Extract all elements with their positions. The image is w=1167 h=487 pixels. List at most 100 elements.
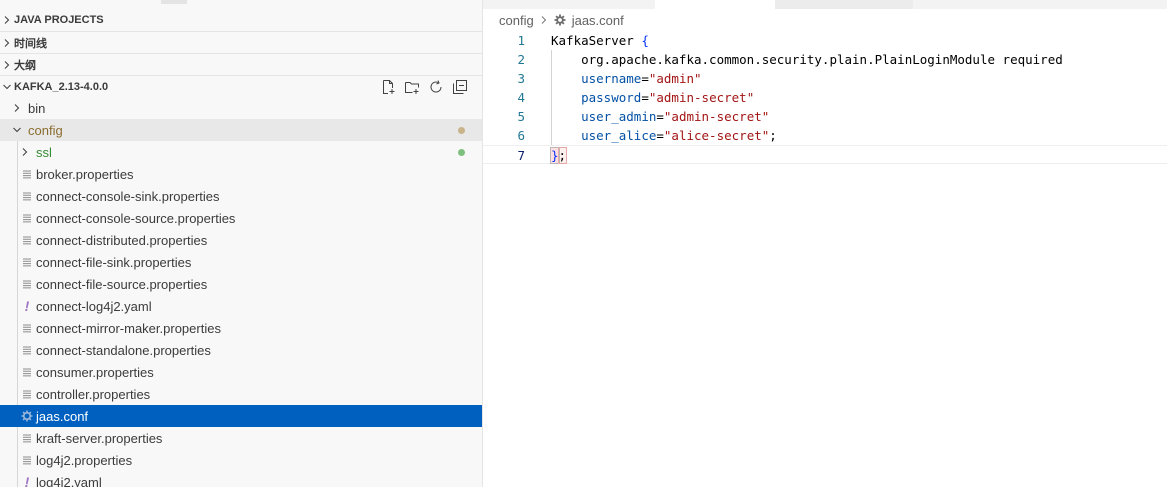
tree-item-label: config	[28, 122, 63, 138]
tree-file[interactable]: consumer.properties	[0, 361, 482, 383]
breadcrumb-folder[interactable]: config	[499, 13, 534, 28]
section-timeline[interactable]: 时间线	[0, 31, 482, 53]
tree-file[interactable]: log4j2.properties	[0, 449, 482, 471]
lines-icon	[20, 342, 34, 358]
untracked-status-dot	[458, 148, 465, 156]
tree-folder-bin[interactable]: bin	[0, 97, 482, 119]
code-token: username	[581, 71, 642, 86]
collapse-all-icon[interactable]	[451, 78, 469, 96]
code-line[interactable]: 1 KafkaServer {	[483, 31, 1167, 50]
chevron-right-icon	[0, 60, 14, 70]
lines-icon	[20, 364, 34, 380]
line-number: 1	[517, 33, 525, 48]
yaml-icon: !	[24, 298, 30, 314]
code-token: =	[656, 128, 664, 143]
code-line[interactable]: 3 username="admin"	[483, 69, 1167, 88]
section-label: 大纲	[14, 59, 36, 72]
line-content: org.apache.kafka.common.security.plain.P…	[551, 50, 1063, 69]
code-token: =	[656, 109, 664, 124]
code-line[interactable]: 2 org.apache.kafka.common.security.plain…	[483, 50, 1167, 69]
tree-file[interactable]: ! connect-log4j2.yaml	[0, 295, 482, 317]
code-token: org.apache.kafka.common.security.plain.P…	[551, 52, 1063, 67]
yaml-icon: !	[24, 474, 30, 487]
tree-file[interactable]: kraft-server.properties	[0, 427, 482, 449]
explorer-actions	[379, 76, 469, 98]
code-token: "alice-secret"	[663, 128, 770, 143]
lines-icon	[20, 254, 34, 270]
chevron-down-icon	[0, 82, 14, 92]
section-label: KAFKA_2.13-4.0.0	[14, 80, 109, 93]
code-editor[interactable]: config jaas.conf 1 KafkaServer {2 org.apa…	[483, 0, 1167, 487]
section-workspace-folder[interactable]: KAFKA_2.13-4.0.0	[0, 75, 482, 98]
editor-tab[interactable]	[775, 0, 913, 9]
lines-icon	[20, 430, 34, 446]
code-token: {	[641, 33, 649, 48]
lines-icon	[20, 452, 34, 468]
tree-file[interactable]: ! log4j2.yaml	[0, 471, 482, 487]
gear-icon	[20, 408, 34, 424]
chevron-right-icon	[10, 100, 24, 116]
tree-item-label: connect-console-sink.properties	[36, 188, 220, 204]
tree-item-label: log4j2.yaml	[36, 474, 102, 487]
section-java-projects[interactable]: JAVA PROJECTS	[0, 9, 482, 31]
tree-folder-config[interactable]: config	[0, 119, 482, 141]
tree-item-label: broker.properties	[36, 166, 134, 182]
editor-tab[interactable]	[483, 0, 655, 9]
breadcrumb: config jaas.conf	[499, 11, 624, 29]
new-folder-icon[interactable]	[403, 78, 421, 96]
tree-file[interactable]: connect-console-source.properties	[0, 207, 482, 229]
tree-file[interactable]: connect-mirror-maker.properties	[0, 317, 482, 339]
lines-icon	[20, 210, 34, 226]
line-number: 3	[517, 71, 525, 86]
tree-file-selected[interactable]: jaas.conf	[0, 405, 482, 427]
breadcrumb-file[interactable]: jaas.conf	[572, 13, 624, 28]
refresh-icon[interactable]	[427, 78, 445, 96]
tree-item-label: connect-mirror-maker.properties	[36, 320, 221, 336]
tree-file[interactable]: connect-file-sink.properties	[0, 251, 482, 273]
line-number: 6	[517, 128, 525, 143]
lines-icon	[20, 188, 34, 204]
code-line[interactable]: 7};	[483, 145, 1167, 164]
gear-icon	[554, 14, 566, 26]
chevron-right-icon	[540, 15, 548, 25]
tree-file[interactable]: broker.properties	[0, 163, 482, 185]
tree-item-label: consumer.properties	[36, 364, 154, 380]
lines-icon	[20, 386, 34, 402]
chevron-right-icon	[0, 15, 14, 25]
scrollbar-thumb[interactable]	[161, 0, 187, 4]
lines-icon	[20, 320, 34, 336]
lines-icon	[20, 276, 34, 292]
tree-item-label: kraft-server.properties	[36, 430, 163, 446]
tree-item-label: connect-file-sink.properties	[36, 254, 192, 270]
line-content: username="admin"	[551, 69, 702, 88]
tree-folder-ssl[interactable]: ssl	[0, 141, 482, 163]
tree-file[interactable]: connect-file-source.properties	[0, 273, 482, 295]
code-token: =	[641, 90, 649, 105]
code-token: KafkaServer	[551, 33, 642, 48]
lines-icon	[20, 232, 34, 248]
tree-file[interactable]: connect-distributed.properties	[0, 229, 482, 251]
code-line[interactable]: 4 password="admin-secret"	[483, 88, 1167, 107]
tree-item-label: connect-file-source.properties	[36, 276, 208, 292]
tree-file[interactable]: connect-standalone.properties	[0, 339, 482, 361]
tree-file[interactable]: connect-console-sink.properties	[0, 185, 482, 207]
tree-file[interactable]: controller.properties	[0, 383, 482, 405]
code-line[interactable]: 5 user_admin="admin-secret"	[483, 107, 1167, 126]
line-content: };	[550, 146, 568, 165]
section-outline[interactable]: 大纲	[0, 53, 482, 75]
code-token: }	[550, 147, 560, 164]
new-file-icon[interactable]	[379, 78, 397, 96]
tree-item-label: controller.properties	[36, 386, 151, 402]
chevron-down-icon	[10, 122, 24, 138]
code-token: password	[581, 90, 642, 105]
tree-item-label: connect-console-source.properties	[36, 210, 236, 226]
code-token: "admin"	[648, 71, 702, 86]
code-token: =	[641, 71, 649, 86]
tree-item-label: jaas.conf	[36, 408, 89, 424]
chevron-right-icon	[18, 144, 32, 160]
code-line[interactable]: 6 user_alice="alice-secret";	[483, 126, 1167, 145]
editor-tab-active[interactable]	[655, 0, 775, 9]
section-label: 时间线	[14, 37, 47, 50]
